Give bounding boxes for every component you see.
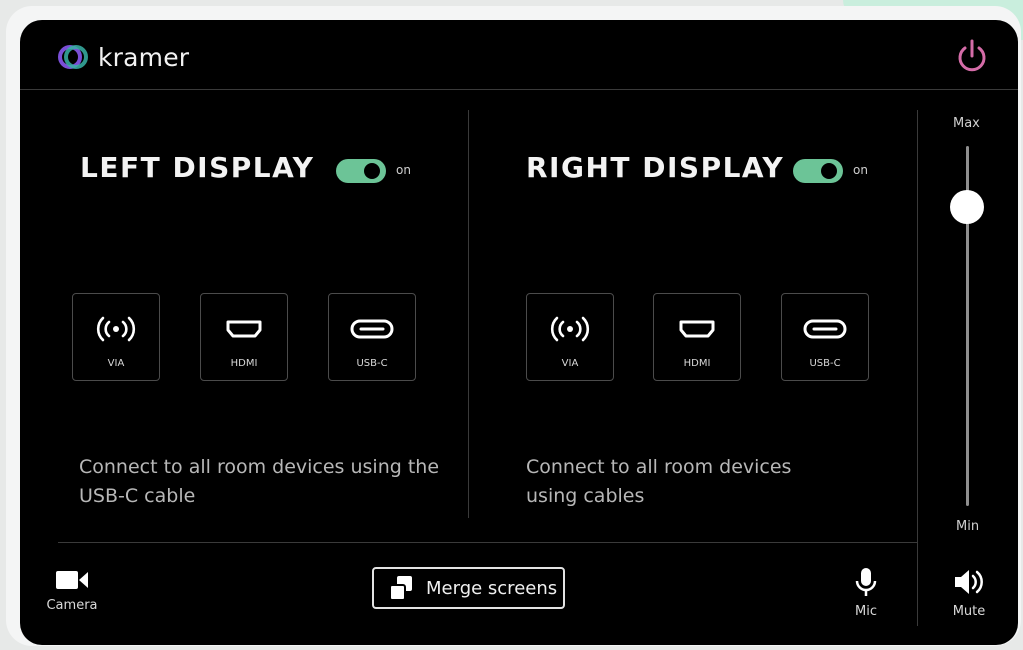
volume-slider-thumb[interactable]: [950, 190, 984, 225]
control-panel-screen: kramer LEFT DISPLAY on VIA HDMI USB-C Co…: [20, 20, 1018, 645]
usbc-icon: [803, 319, 847, 339]
source-label: HDMI: [230, 358, 258, 369]
wireless-icon: [550, 316, 590, 342]
footer-divider: [58, 542, 917, 543]
wireless-icon: [96, 316, 136, 342]
right-source-via[interactable]: VIA: [526, 293, 614, 381]
source-label: VIA: [561, 358, 579, 369]
left-display-title: LEFT DISPLAY: [80, 151, 315, 184]
merge-screens-button[interactable]: Merge screens: [372, 567, 565, 609]
logo-text: kramer: [98, 42, 190, 72]
toggle-knob: [364, 163, 380, 179]
left-display-description: Connect to all room devices using the US…: [79, 456, 440, 507]
toggle-knob: [821, 163, 837, 179]
camera-button[interactable]: Camera: [44, 568, 100, 613]
right-display-toggle[interactable]: [793, 159, 843, 183]
merge-screens-label: Merge screens: [426, 577, 558, 599]
left-source-hdmi[interactable]: HDMI: [200, 293, 288, 381]
mic-button[interactable]: Mic: [846, 566, 886, 619]
usbc-icon: [350, 319, 394, 339]
source-label: VIA: [107, 358, 125, 369]
merge-screens-icon: [389, 576, 412, 601]
source-label: USB-C: [809, 358, 841, 369]
mute-label: Mute: [952, 604, 986, 619]
display-divider: [468, 110, 469, 518]
logo-mark-icon: [58, 45, 88, 69]
hdmi-icon: [679, 320, 715, 338]
left-display-toggle[interactable]: [336, 159, 386, 183]
mic-label: Mic: [855, 604, 877, 619]
microphone-icon: [855, 568, 877, 596]
mute-button[interactable]: Mute: [946, 568, 992, 619]
right-toggle-label: on: [853, 163, 868, 177]
camera-icon: [56, 571, 88, 589]
left-source-via[interactable]: VIA: [72, 293, 160, 381]
hdmi-icon: [226, 320, 262, 338]
right-display-description: Connect to all room devices using cables: [526, 456, 792, 507]
volume-min-label: Min: [956, 519, 980, 534]
volume-max-label: Max: [953, 116, 980, 131]
header-divider: [20, 89, 1018, 90]
right-source-hdmi[interactable]: HDMI: [653, 293, 741, 381]
kramer-logo: kramer: [56, 40, 189, 74]
source-label: USB-C: [356, 358, 388, 369]
source-label: HDMI: [683, 358, 711, 369]
right-display-title: RIGHT DISPLAY: [526, 151, 785, 184]
speaker-icon: [955, 570, 983, 594]
camera-label: Camera: [46, 598, 98, 613]
left-toggle-label: on: [396, 163, 411, 177]
volume-divider: [917, 110, 918, 626]
right-source-usbc[interactable]: USB-C: [781, 293, 869, 381]
power-icon[interactable]: [952, 36, 992, 76]
left-source-usbc[interactable]: USB-C: [328, 293, 416, 381]
